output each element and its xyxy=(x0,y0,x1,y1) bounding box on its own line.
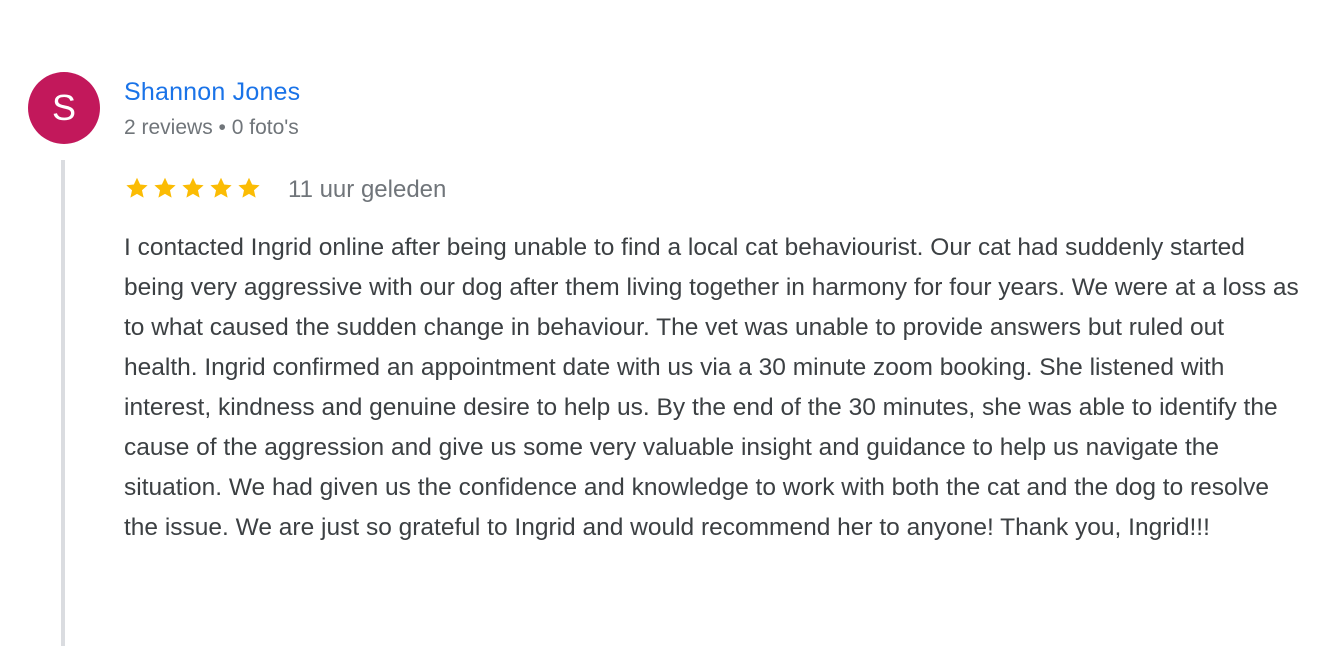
thread-divider xyxy=(61,160,65,646)
reviewer-name-link[interactable]: Shannon Jones xyxy=(124,76,300,108)
review-card: S Shannon Jones 2 reviews • 0 foto's 11 … xyxy=(0,0,1324,646)
star-icon xyxy=(152,175,178,201)
reviewer-meta: 2 reviews • 0 foto's xyxy=(124,116,299,139)
star-rating xyxy=(124,175,262,201)
avatar[interactable]: S xyxy=(28,72,100,144)
star-icon xyxy=(180,175,206,201)
star-icon xyxy=(208,175,234,201)
star-icon xyxy=(124,175,150,201)
review-text: I contacted Ingrid online after being un… xyxy=(124,234,1299,541)
star-icon xyxy=(236,175,262,201)
review-timestamp: 11 uur geleden xyxy=(288,176,447,203)
